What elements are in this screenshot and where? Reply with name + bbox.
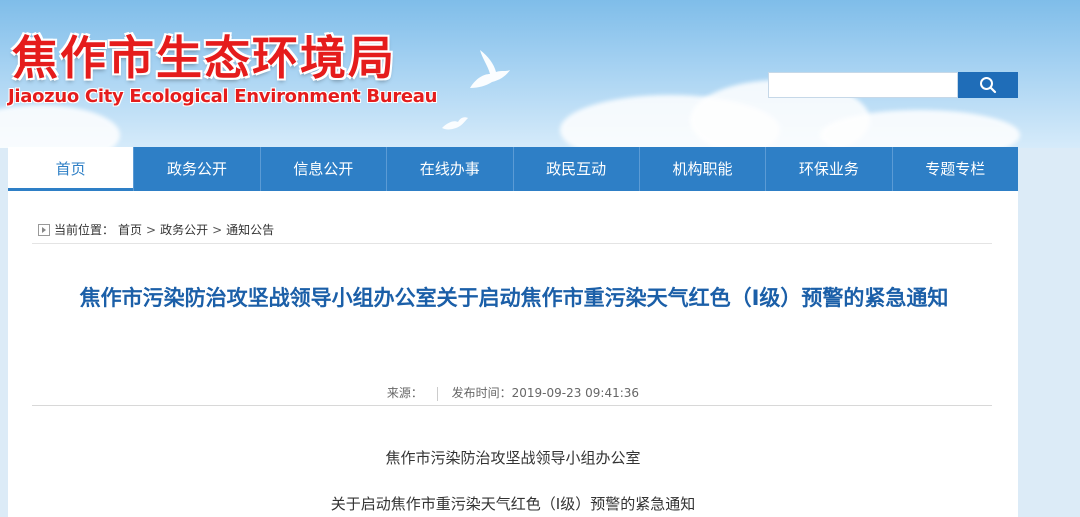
location-icon	[38, 223, 50, 236]
breadcrumb-prefix: 当前位置：	[54, 223, 115, 237]
nav-item-information[interactable]: 信息公开	[259, 147, 386, 191]
nav-item-interaction[interactable]: 政民互动	[512, 147, 639, 191]
article-body-line: 关于启动焦作市重污染天气红色（Ⅰ级）预警的紧急通知	[330, 495, 696, 513]
publish-label: 发布时间：	[451, 386, 512, 400]
breadcrumb-home[interactable]: 首页	[118, 221, 142, 238]
site-logo-english[interactable]: Jiaozuo City Ecological Environment Bure…	[8, 86, 437, 107]
dove-icon	[470, 50, 510, 88]
article-body-line: 焦作市污染防治攻坚战领导小组办公室	[385, 449, 641, 467]
search-button[interactable]	[958, 72, 1018, 98]
nav-item-home[interactable]: 首页	[8, 147, 134, 191]
main-nav: 首页 政务公开 信息公开 在线办事 政民互动 机构职能 环保业务 专题专栏	[8, 147, 1018, 191]
source-label: 来源：	[386, 386, 423, 400]
dove-icon	[442, 117, 468, 130]
article-meta: 来源： 发布时间：2019-09-23 09:41:36	[8, 384, 1018, 401]
publish-time: 2019-09-23 09:41:36	[511, 386, 640, 400]
nav-item-environment-business[interactable]: 环保业务	[765, 147, 891, 191]
divider	[32, 405, 992, 406]
site-logo-chinese[interactable]: 焦作市生态环境局	[12, 22, 396, 88]
search-icon	[980, 77, 997, 94]
breadcrumb: 当前位置： 首页 > 政务公开 > 通知公告	[38, 221, 274, 238]
breadcrumb-government-affairs[interactable]: 政务公开	[160, 221, 208, 238]
search-input[interactable]	[768, 72, 958, 98]
article-title: 焦作市污染防治攻坚战领导小组办公室关于启动焦作市重污染天气红色（Ⅰ级）预警的紧急…	[79, 286, 949, 310]
content-area: 当前位置： 首页 > 政务公开 > 通知公告 焦作市污染防治攻坚战领导小组办公室…	[8, 191, 1018, 517]
nav-item-functions[interactable]: 机构职能	[638, 147, 765, 191]
meta-separator	[436, 386, 438, 401]
breadcrumb-notices[interactable]: 通知公告	[226, 221, 274, 238]
nav-item-online-services[interactable]: 在线办事	[386, 147, 512, 191]
site-header: 焦作市生态环境局 Jiaozuo City Ecological Environ…	[0, 0, 1080, 148]
nav-item-special-topics[interactable]: 专题专栏	[891, 147, 1018, 191]
cloud-decoration	[0, 105, 120, 148]
breadcrumb-separator: >	[212, 222, 223, 237]
breadcrumb-separator: >	[146, 222, 157, 237]
divider	[32, 243, 992, 244]
nav-item-government-affairs[interactable]: 政务公开	[133, 147, 259, 191]
